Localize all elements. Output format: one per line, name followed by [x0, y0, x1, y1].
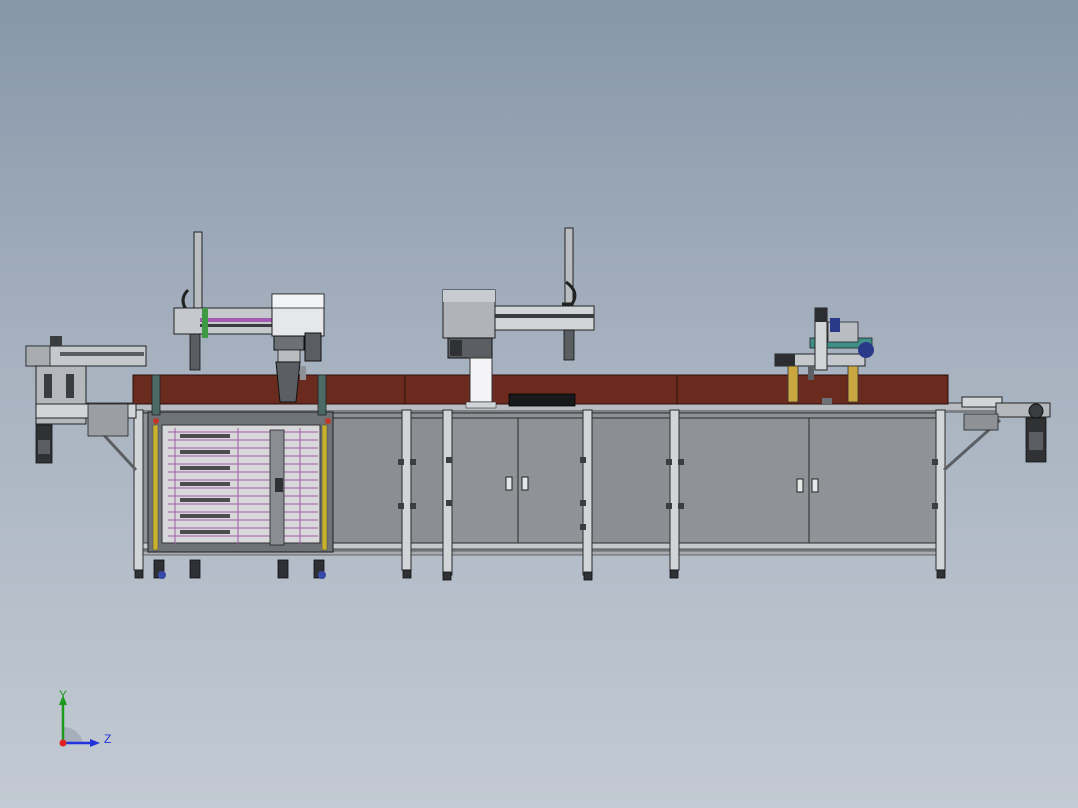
left-loading-module: [25, 336, 147, 464]
right-unloading-module: [961, 396, 1051, 463]
cabinet-door: [410, 417, 444, 544]
cabinet-door: [331, 417, 403, 544]
cabinet-door: [678, 417, 810, 544]
triad-y-label: Y: [59, 688, 68, 702]
cad-viewport[interactable]: Y Z: [0, 0, 1078, 808]
cabinet-door: [808, 417, 937, 544]
machine-model[interactable]: [0, 0, 1078, 808]
coordinate-triad: Y Z: [50, 685, 120, 755]
leveling-feet: [134, 569, 946, 581]
cabinet-door: [591, 417, 671, 544]
caster-wheels: [153, 559, 325, 579]
triad-z-label: Z: [104, 732, 112, 746]
cabinet-doors: [331, 417, 937, 544]
